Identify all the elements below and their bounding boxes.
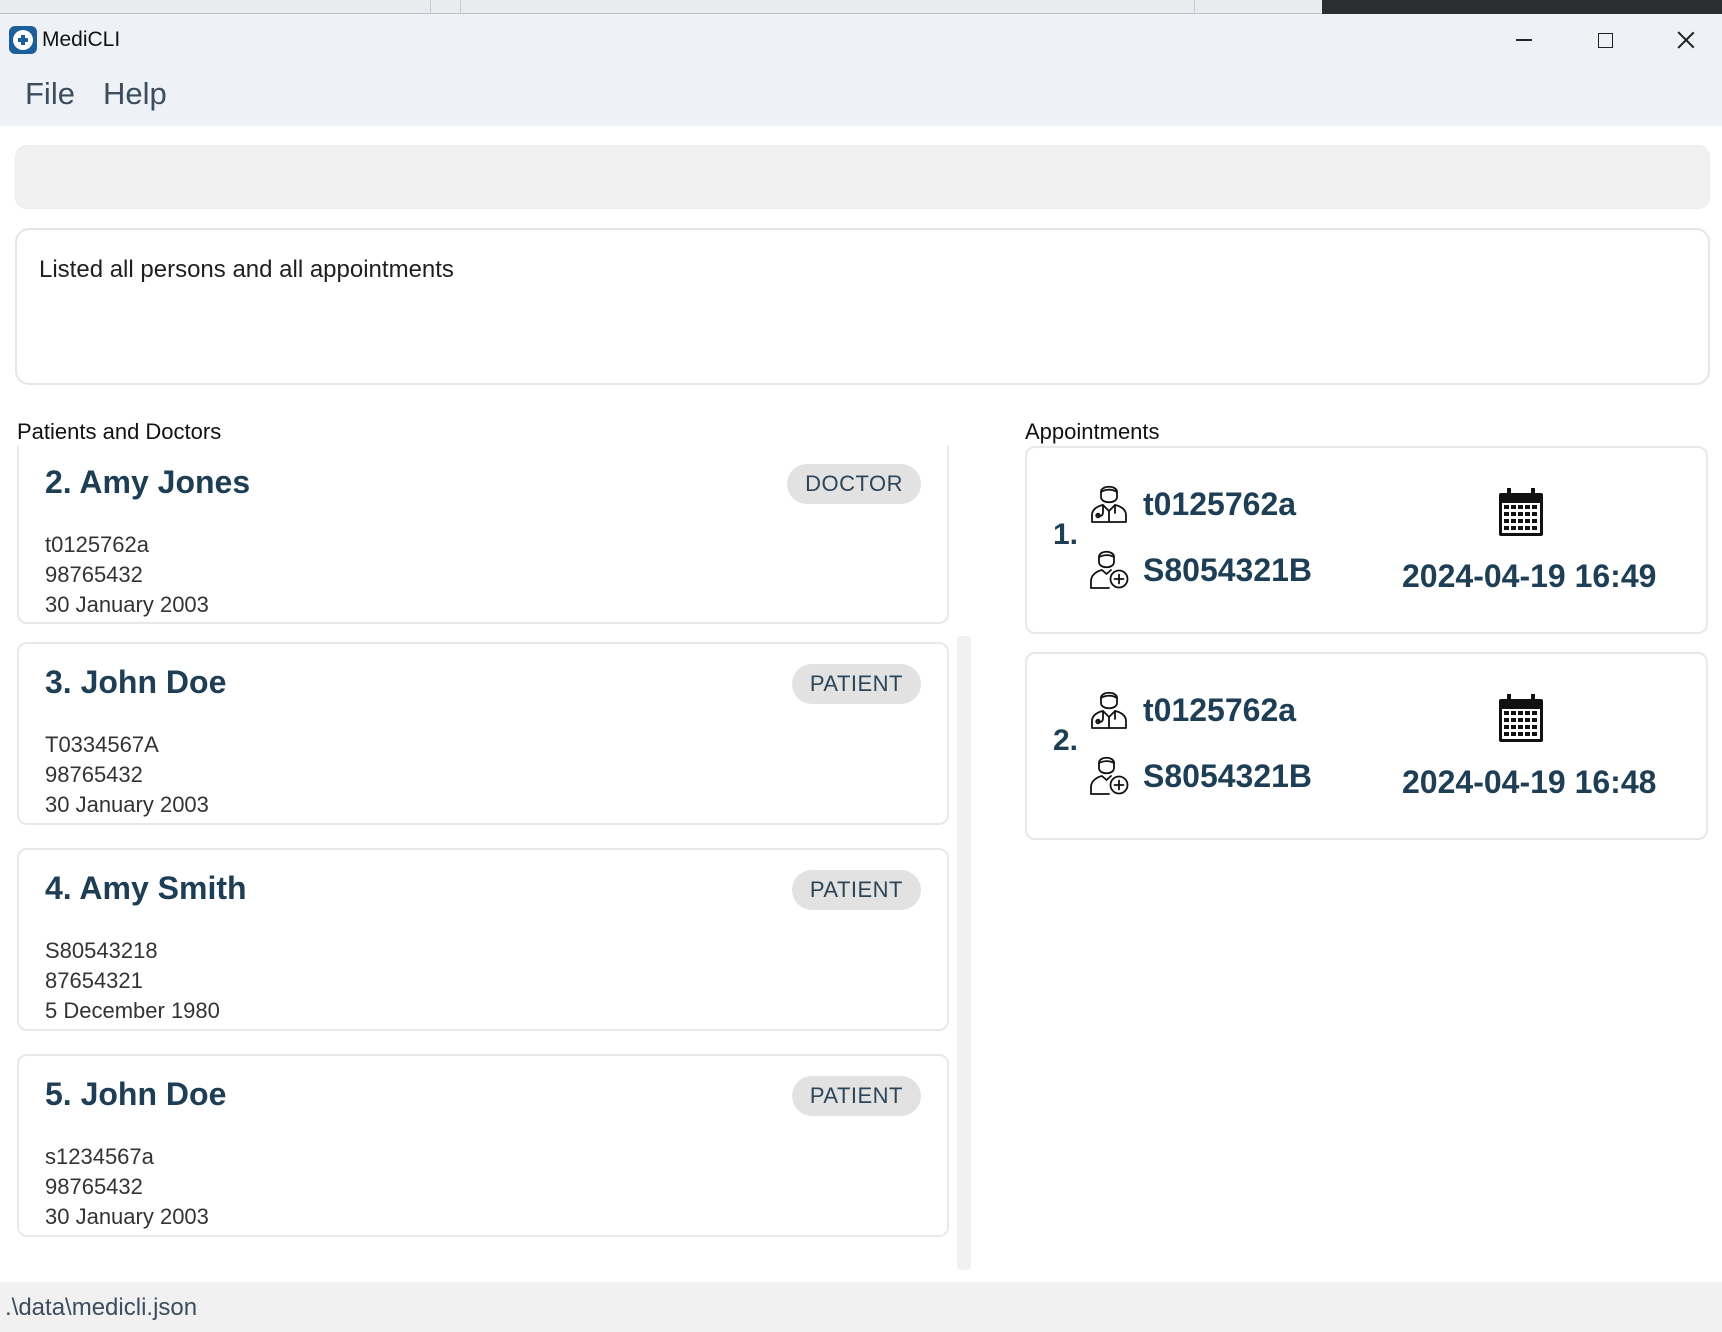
person-name: 5. John Doe xyxy=(45,1076,227,1112)
appointment-card[interactable]: 2. t0125762a S8054321B 2024-04-19 16:48 xyxy=(1025,652,1708,840)
person-name: 2. Amy Jones xyxy=(45,464,251,500)
patient-icon xyxy=(1090,550,1129,589)
appointment-datetime: 2024-04-19 16:49 xyxy=(1402,558,1657,594)
appointment-patient-id: S8054321B xyxy=(1143,552,1313,588)
appointment-doctor-id: t0125762a xyxy=(1143,486,1297,522)
appointment-patient-id: S8054321B xyxy=(1143,758,1313,794)
persons-section-label: Patients and Doctors xyxy=(17,419,222,444)
role-badge: PATIENT xyxy=(791,664,921,704)
role-badge: PATIENT xyxy=(791,1076,921,1116)
appointment-index: 2. xyxy=(1053,724,1079,757)
person-name: 3. John Doe xyxy=(45,664,227,700)
role-badge: DOCTOR xyxy=(787,464,921,504)
person-name: 4. Amy Smith xyxy=(45,870,247,906)
calendar-icon xyxy=(1499,694,1543,742)
person-card[interactable]: 5. John Doe PATIENT s1234567a 98765432 3… xyxy=(17,1054,949,1237)
status-bar: .\data\medicli.json xyxy=(0,1282,1722,1332)
person-nric: T0334567A xyxy=(45,732,159,757)
close-icon xyxy=(1677,31,1695,49)
person-dob: 30 January 2003 xyxy=(45,792,209,817)
app-title: MediCLI xyxy=(42,28,121,51)
menu-bar: File Help xyxy=(0,66,1722,126)
person-phone: 87654321 xyxy=(45,968,143,993)
person-card[interactable]: 3. John Doe PATIENT T0334567A 98765432 3… xyxy=(17,642,949,825)
person-dob: 30 January 2003 xyxy=(45,1204,209,1229)
person-phone: 98765432 xyxy=(45,562,143,587)
menu-help[interactable]: Help xyxy=(103,76,167,112)
person-dob: 5 December 1980 xyxy=(45,998,220,1023)
maximize-icon xyxy=(1597,32,1613,48)
person-nric: t0125762a xyxy=(45,532,149,557)
maximize-button[interactable] xyxy=(1575,20,1635,60)
close-button[interactable] xyxy=(1656,20,1716,60)
appointment-datetime: 2024-04-19 16:48 xyxy=(1402,764,1657,800)
doctor-icon xyxy=(1091,485,1127,523)
minimize-icon xyxy=(1516,39,1532,41)
appointment-index: 1. xyxy=(1053,518,1079,551)
person-list-scrollbar[interactable] xyxy=(957,636,971,1270)
minimize-button[interactable] xyxy=(1494,20,1554,60)
data-file-path: .\data\medicli.json xyxy=(5,1294,198,1321)
role-badge: PATIENT xyxy=(791,870,921,910)
person-phone: 98765432 xyxy=(45,762,143,787)
menu-file[interactable]: File xyxy=(25,76,75,112)
person-list[interactable]: 2. Amy Jones DOCTOR t0125762a 98765432 3… xyxy=(17,446,949,1266)
title-bar: MediCLI xyxy=(0,14,1722,66)
command-input[interactable] xyxy=(15,145,1710,209)
person-phone: 98765432 xyxy=(45,1174,143,1199)
appointments-section-label: Appointments xyxy=(1025,419,1160,444)
background-window-strip xyxy=(0,0,1722,14)
person-card[interactable]: 4. Amy Smith PATIENT S80543218 87654321 … xyxy=(17,848,949,1031)
result-message: Listed all persons and all appointments xyxy=(39,256,454,283)
result-display: Listed all persons and all appointments xyxy=(15,228,1710,385)
person-nric: S80543218 xyxy=(45,938,158,963)
calendar-icon xyxy=(1499,488,1543,536)
person-card[interactable]: 2. Amy Jones DOCTOR t0125762a 98765432 3… xyxy=(17,446,949,624)
patient-icon xyxy=(1090,756,1129,795)
appointment-card[interactable]: 1. t0125762a S8054321B 2024-04-19 16:49 xyxy=(1025,446,1708,634)
app-window: MediCLI File Help Listed all persons and… xyxy=(0,14,1722,1332)
appointment-doctor-id: t0125762a xyxy=(1143,692,1297,728)
person-dob: 30 January 2003 xyxy=(45,592,209,617)
person-nric: s1234567a xyxy=(45,1144,154,1169)
doctor-icon xyxy=(1091,691,1127,729)
medical-cross-icon xyxy=(9,26,37,54)
